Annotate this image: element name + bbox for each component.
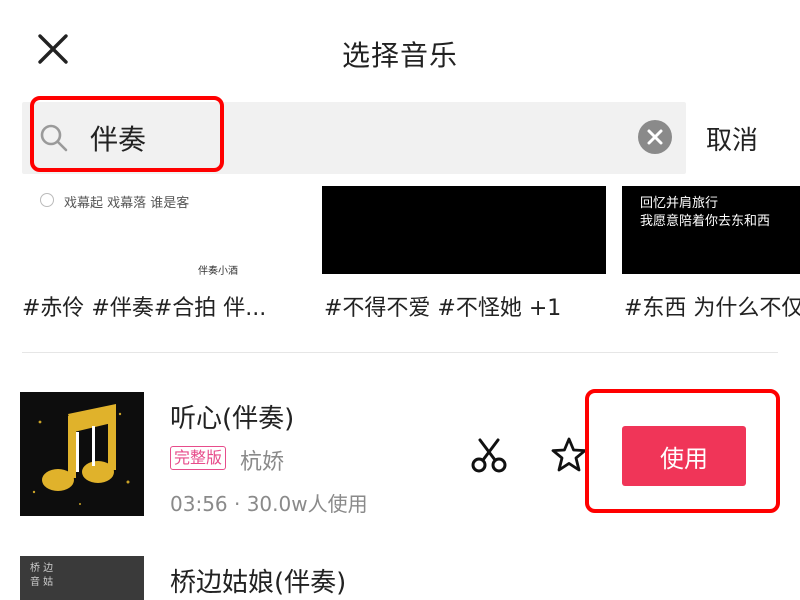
clear-search-button[interactable] <box>638 120 672 154</box>
video-card-2[interactable] <box>322 186 606 274</box>
divider <box>22 352 778 353</box>
radio-icon <box>40 193 54 207</box>
star-icon <box>551 437 587 472</box>
use-button-highlight-box <box>585 389 780 513</box>
music-note-icon <box>20 392 144 516</box>
video-card-tags[interactable]: #赤伶 #伴奏#合拍 伴... <box>22 290 266 322</box>
song-artist: 杭娇 <box>240 450 285 475</box>
video-card-watermark: 伴奏小酒 <box>198 266 238 277</box>
video-card-tags[interactable]: #不得不爱 #不怪她 +1 <box>324 290 561 322</box>
search-highlight-box <box>30 96 224 172</box>
song-cover[interactable] <box>20 392 144 516</box>
video-card-caption: 戏幕起 戏幕落 谁是客 <box>64 196 190 211</box>
song-title: 听心(伴奏) <box>170 404 295 434</box>
video-card-caption: 我愿意陪着你去东和西 <box>640 214 771 229</box>
favorite-button[interactable] <box>550 436 588 474</box>
song-cover-text: 桥 边 音 姑 <box>30 563 54 588</box>
video-card-tags[interactable]: #东西 为什么不仅 <box>624 290 800 322</box>
clip-button[interactable] <box>470 438 508 474</box>
clear-icon <box>647 129 663 145</box>
full-version-badge: 完整版 <box>170 446 227 470</box>
song-title: 桥边姑娘(伴奏) <box>170 568 347 598</box>
scissors-icon <box>471 438 507 473</box>
song-meta: 03:56 · 30.0w人使用 <box>170 492 368 516</box>
cancel-button[interactable]: 取消 <box>706 120 758 157</box>
page-title: 选择音乐 <box>341 39 458 72</box>
video-card-caption: 回忆并肩旅行 <box>640 196 719 211</box>
